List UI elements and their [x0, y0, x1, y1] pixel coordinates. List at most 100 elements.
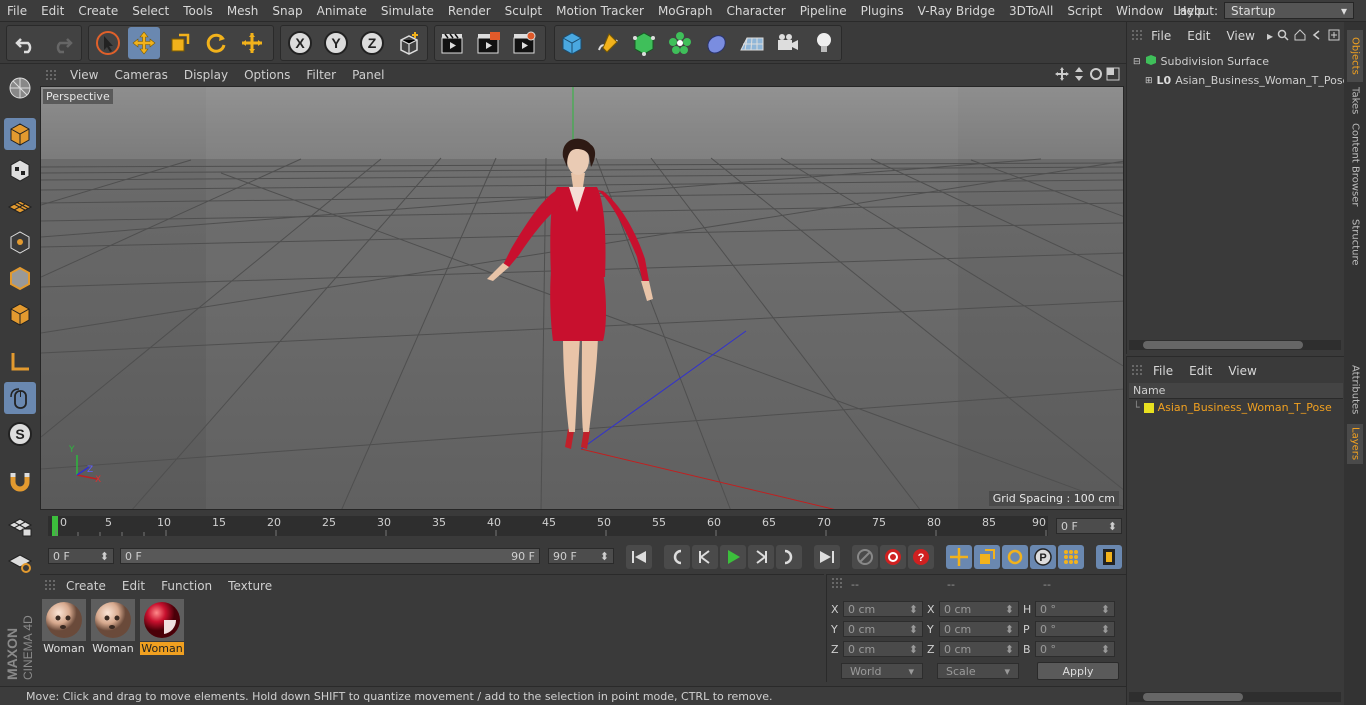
more-arrow-icon[interactable]: ▸ — [1263, 29, 1277, 43]
material-menu-create[interactable]: Create — [58, 579, 114, 593]
home-icon[interactable] — [1294, 28, 1306, 44]
snap-button[interactable]: S — [4, 418, 36, 450]
menu-script[interactable]: Script — [1060, 4, 1109, 18]
menu-3dtoall[interactable]: 3DToAll — [1002, 4, 1060, 18]
material-menu-edit[interactable]: Edit — [114, 579, 153, 593]
layer-column-header[interactable]: Name — [1129, 383, 1343, 399]
menu-vray-bridge[interactable]: V-Ray Bridge — [911, 4, 1002, 18]
menu-tools[interactable]: Tools — [176, 4, 220, 18]
menu-file[interactable]: File — [0, 4, 34, 18]
polygons-mode-button[interactable] — [4, 298, 36, 330]
menu-sculpt[interactable]: Sculpt — [498, 4, 549, 18]
next-key-button[interactable] — [776, 545, 802, 569]
go-to-end-button[interactable] — [814, 545, 840, 569]
object-menu-file[interactable]: File — [1143, 29, 1179, 43]
expand-icon[interactable]: ⊞ — [1145, 76, 1153, 86]
viewport-menu-view[interactable]: View — [62, 68, 106, 82]
transform-tool-button[interactable] — [236, 27, 268, 59]
menu-simulate[interactable]: Simulate — [374, 4, 441, 18]
size-y-field[interactable]: 0 cm ⬍ — [939, 621, 1019, 637]
previous-frame-button[interactable] — [692, 545, 718, 569]
zoom-icon[interactable] — [1072, 67, 1086, 84]
object-manager-scrollbar[interactable] — [1129, 340, 1341, 350]
maximize-icon[interactable] — [1106, 67, 1120, 84]
redo-button[interactable] — [46, 27, 78, 59]
pen-button[interactable] — [592, 27, 624, 59]
record-keys-button[interactable] — [852, 545, 878, 569]
viewport-menu-panel[interactable]: Panel — [344, 68, 392, 82]
tab-content-browser[interactable]: Content Browser — [1347, 120, 1363, 210]
search-icon[interactable] — [1277, 29, 1289, 44]
end-frame-field[interactable]: 90 F ⬍ — [548, 548, 614, 564]
play-button[interactable] — [720, 545, 746, 569]
layer-color-swatch[interactable] — [1143, 402, 1154, 413]
x-axis-button[interactable]: X — [284, 27, 316, 59]
size-mode-select[interactable]: Scale ▾ — [937, 663, 1019, 679]
tree-item-subdivision[interactable]: ⊟ Subdivision Surface — [1133, 54, 1269, 69]
rotation-h-field[interactable]: 0 ° ⬍ — [1035, 601, 1115, 617]
layer-row[interactable]: └ Asian_Business_Woman_T_Pose — [1133, 401, 1332, 414]
viewport-menu-options[interactable]: Options — [236, 68, 298, 82]
pan-icon[interactable] — [1055, 67, 1069, 84]
position-z-field[interactable]: 0 cm ⬍ — [843, 641, 923, 657]
next-frame-button[interactable] — [748, 545, 774, 569]
deformer-button[interactable] — [700, 27, 732, 59]
menu-animate[interactable]: Animate — [310, 4, 374, 18]
object-menu-view[interactable]: View — [1218, 29, 1262, 43]
camera-button[interactable] — [772, 27, 804, 59]
timeline[interactable]: 0 5 10 15 20 25 30 35 40 45 50 55 60 65 … — [40, 512, 1126, 542]
layer-menu-file[interactable]: File — [1145, 364, 1181, 378]
scale-tool-button[interactable] — [164, 27, 196, 59]
key-pla-button[interactable] — [1058, 545, 1084, 569]
tab-objects[interactable]: Objects — [1347, 30, 1363, 82]
object-menu-edit[interactable]: Edit — [1179, 29, 1218, 43]
material-menu-texture[interactable]: Texture — [220, 579, 280, 593]
timeline-track[interactable]: 0 5 10 15 20 25 30 35 40 45 50 55 60 65 … — [48, 516, 1048, 536]
autokey-button[interactable]: ? — [908, 545, 934, 569]
menu-character[interactable]: Character — [719, 4, 792, 18]
start-frame-field[interactable]: 0 F ⬍ — [48, 548, 114, 564]
apply-button[interactable]: Apply — [1037, 662, 1119, 680]
rotate-tool-button[interactable] — [200, 27, 232, 59]
undo-button[interactable] — [10, 27, 42, 59]
z-axis-button[interactable]: Z — [356, 27, 388, 59]
menu-plugins[interactable]: Plugins — [854, 4, 911, 18]
3d-viewport[interactable]: Y Z X Perspective Grid Spacing : 100 cm — [40, 86, 1124, 510]
current-frame-field[interactable]: 0 F ⬍ — [1056, 518, 1122, 534]
tab-structure[interactable]: Structure — [1347, 214, 1363, 270]
make-editable-button[interactable] — [4, 72, 36, 104]
viewport-menu-cameras[interactable]: Cameras — [106, 68, 175, 82]
frame-range-slider[interactable]: 0 F 90 F — [120, 548, 540, 564]
tab-layers[interactable]: Layers — [1347, 424, 1363, 464]
tree-item-woman[interactable]: ⊞ L0 Asian_Business_Woman_T_Pose — [1145, 74, 1349, 87]
key-scale-button[interactable] — [974, 545, 1000, 569]
cloner-button[interactable] — [664, 27, 696, 59]
menu-mograph[interactable]: MoGraph — [651, 4, 720, 18]
workplane-mode-button[interactable] — [4, 190, 36, 222]
material-swatch[interactable]: Woman — [91, 599, 135, 655]
menu-create[interactable]: Create — [71, 4, 125, 18]
menu-window[interactable]: Window — [1109, 4, 1170, 18]
axis-mode-button[interactable] — [4, 346, 36, 378]
key-rotation-button[interactable] — [1002, 545, 1028, 569]
coordinate-system-button[interactable] — [392, 27, 424, 59]
subdivision-button[interactable] — [628, 27, 660, 59]
material-swatch-selected[interactable]: Woman — [140, 599, 184, 655]
material-swatch[interactable]: Woman — [42, 599, 86, 655]
magnet-button[interactable] — [4, 466, 36, 498]
back-icon[interactable] — [1311, 29, 1323, 44]
floor-button[interactable] — [736, 27, 768, 59]
size-z-field[interactable]: 0 cm ⬍ — [939, 641, 1019, 657]
tab-attributes[interactable]: Attributes — [1347, 360, 1363, 420]
cube-button[interactable] — [556, 27, 588, 59]
go-to-start-button[interactable] — [626, 545, 652, 569]
viewport-menu-display[interactable]: Display — [176, 68, 236, 82]
move-tool-button[interactable] — [128, 27, 160, 59]
key-parameter-button[interactable]: P — [1030, 545, 1056, 569]
position-y-field[interactable]: 0 cm ⬍ — [843, 621, 923, 637]
size-x-field[interactable]: 0 cm ⬍ — [939, 601, 1019, 617]
layer-menu-view[interactable]: View — [1220, 364, 1264, 378]
collapse-icon[interactable]: ⊟ — [1133, 57, 1141, 67]
rotation-p-field[interactable]: 0 ° ⬍ — [1035, 621, 1115, 637]
workplane-lock-button[interactable] — [4, 546, 36, 578]
